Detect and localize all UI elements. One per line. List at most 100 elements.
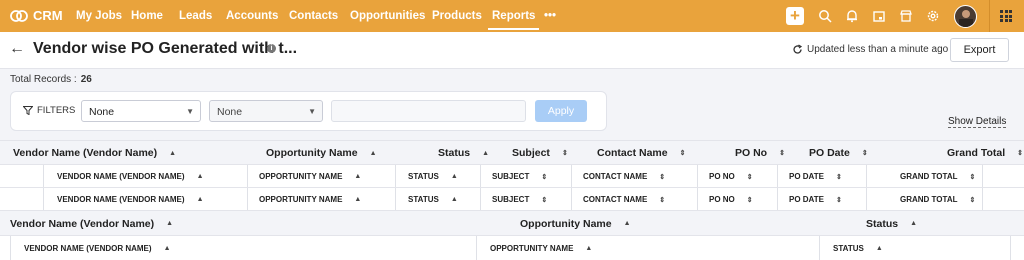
col-opportunity-name[interactable]: Opportunity Name ▲ <box>266 141 377 165</box>
updated-status: Updated less than a minute ago <box>792 44 948 55</box>
nav-accounts[interactable]: Accounts <box>226 0 278 32</box>
subcol-po-date[interactable]: PO DATE ⇕ <box>789 188 842 211</box>
subcol-vendor-name[interactable]: VENDOR NAME (VENDOR NAME) ▲ <box>57 188 204 211</box>
subcol-po-no[interactable]: PO NO ⇕ <box>709 188 753 211</box>
total-records: Total Records :26 <box>10 74 92 85</box>
subcol-po-no[interactable]: PO NO ⇕ <box>709 165 753 188</box>
calendar-icon[interactable] <box>872 9 886 23</box>
nav-reports[interactable]: Reports <box>488 0 540 32</box>
filter-field-select[interactable]: None ▼ <box>81 100 201 122</box>
sort-icon: ⇕ <box>779 150 785 157</box>
filter-operator-select[interactable]: None ▼ <box>209 100 323 122</box>
filter-value-input[interactable] <box>331 100 526 122</box>
col-po-no[interactable]: PO No ⇕ <box>735 141 785 165</box>
apply-button[interactable]: Apply <box>535 100 587 122</box>
nav-opportunities[interactable]: Opportunities <box>350 0 425 32</box>
apps-grid-icon[interactable] <box>1000 10 1012 22</box>
sort-asc-icon: ▲ <box>450 173 458 180</box>
sort-asc-icon: ▲ <box>910 220 918 227</box>
refresh-icon[interactable] <box>792 44 803 55</box>
sort-icon: ⇕ <box>746 173 753 181</box>
search-icon[interactable] <box>818 9 832 23</box>
sort-asc-icon: ▲ <box>482 149 490 157</box>
col-status[interactable]: Status ▲ <box>866 211 917 236</box>
sort-icon: ⇕ <box>541 196 548 204</box>
sort-icon: ⇕ <box>1017 150 1024 157</box>
subcol-grand-total[interactable]: GRAND TOTAL ⇕ <box>900 165 975 188</box>
sort-icon: ⇕ <box>659 173 666 181</box>
filters-label: FILTERS <box>37 105 76 116</box>
col-grand-total[interactable]: Grand Total ⇕ <box>947 141 1023 165</box>
settings-icon[interactable] <box>926 9 940 23</box>
subcol-subject[interactable]: SUBJECT ⇕ <box>492 188 547 211</box>
store-icon[interactable] <box>899 9 913 23</box>
back-arrow-icon[interactable]: ← <box>9 40 25 58</box>
subcol-contact-name[interactable]: CONTACT NAME ⇕ <box>583 165 665 188</box>
subcol-status[interactable]: STATUS ▲ <box>408 188 458 211</box>
sort-asc-icon: ▲ <box>166 220 174 227</box>
info-icon[interactable]: i <box>267 44 276 53</box>
col-subject[interactable]: Subject ⇕ <box>512 141 568 165</box>
table-subheader-row: VENDOR NAME (VENDOR NAME) ▲ OPPORTUNITY N… <box>0 164 1024 188</box>
sort-icon: ⇕ <box>969 196 976 204</box>
col-status[interactable]: Status ▲ <box>438 141 489 165</box>
subcol-opportunity-name[interactable]: OPPORTUNITY NAME ▲ <box>259 165 361 188</box>
sort-asc-icon: ▲ <box>623 220 631 227</box>
report-header: ← Vendor wise PO Generated with t... i U… <box>0 32 1024 69</box>
sort-icon: ⇕ <box>969 173 976 181</box>
subcol-grand-total[interactable]: GRAND TOTAL ⇕ <box>900 188 975 211</box>
col-opportunity-name[interactable]: Opportunity Name ▲ <box>520 211 631 236</box>
filter-icon <box>23 106 33 115</box>
subcol-status[interactable]: STATUS ▲ <box>833 236 883 260</box>
crm-logo-icon <box>10 9 28 22</box>
crm-logo[interactable]: CRM <box>10 8 63 23</box>
nav-leads[interactable]: Leads <box>179 0 212 32</box>
bell-icon[interactable] <box>845 9 859 23</box>
table-subheader-row: VENDOR NAME (VENDOR NAME) ▲ OPPORTUNITY N… <box>0 187 1024 211</box>
show-details-link[interactable]: Show Details <box>948 116 1007 128</box>
sort-asc-icon: ▲ <box>354 173 362 180</box>
subcol-opportunity-name[interactable]: OPPORTUNITY NAME ▲ <box>259 188 361 211</box>
sort-asc-icon: ▲ <box>875 244 883 252</box>
total-records-label: Total Records : <box>10 74 77 85</box>
sort-asc-icon: ▲ <box>369 149 377 157</box>
sort-asc-icon: ▲ <box>169 149 177 157</box>
avatar[interactable] <box>954 5 977 28</box>
topbar-divider <box>989 0 990 32</box>
sort-icon: ⇕ <box>561 150 568 157</box>
plus-icon[interactable]: + <box>786 7 804 25</box>
subcol-vendor-name[interactable]: VENDOR NAME (VENDOR NAME) ▲ <box>57 165 204 188</box>
sort-asc-icon: ▲ <box>196 196 204 203</box>
chevron-down-icon: ▼ <box>308 107 316 116</box>
page-title: Vendor wise PO Generated with t... <box>33 40 298 57</box>
col-vendor-name[interactable]: Vendor Name (Vendor Name) ▲ <box>10 211 173 236</box>
nav-products[interactable]: Products <box>432 0 482 32</box>
chevron-down-icon: ▼ <box>186 107 194 116</box>
filters-toggle[interactable]: FILTERS <box>23 105 75 116</box>
sort-asc-icon: ▲ <box>196 173 204 180</box>
subcol-vendor-name[interactable]: VENDOR NAME (VENDOR NAME) ▲ <box>24 236 171 260</box>
table-group-header: Vendor Name (Vendor Name) ▲ Opportunity N… <box>0 140 1024 165</box>
nav-more-button[interactable]: ••• <box>544 0 556 32</box>
subcol-subject[interactable]: SUBJECT ⇕ <box>492 165 547 188</box>
col-contact-name[interactable]: Contact Name ⇕ <box>597 141 685 165</box>
sort-icon: ⇕ <box>835 196 842 204</box>
sort-asc-icon: ▲ <box>585 244 593 252</box>
subcol-status[interactable]: STATUS ▲ <box>408 165 458 188</box>
subcol-po-date[interactable]: PO DATE ⇕ <box>789 165 842 188</box>
nav-my-jobs[interactable]: My Jobs <box>76 0 122 32</box>
col-po-date[interactable]: PO Date ⇕ <box>809 141 868 165</box>
subcol-opportunity-name[interactable]: OPPORTUNITY NAME ▲ <box>490 236 592 260</box>
table-subheader-row-2: VENDOR NAME (VENDOR NAME) ▲ OPPORTUNITY N… <box>0 235 1024 260</box>
col-vendor-name[interactable]: Vendor Name (Vendor Name) ▲ <box>13 141 176 165</box>
sort-icon: ⇕ <box>679 150 686 157</box>
updated-text: Updated less than a minute ago <box>807 44 949 55</box>
sort-icon: ⇕ <box>861 150 868 157</box>
sort-icon: ⇕ <box>746 196 753 204</box>
sort-icon: ⇕ <box>659 196 666 204</box>
nav-home[interactable]: Home <box>131 0 163 32</box>
total-records-count: 26 <box>80 74 92 85</box>
export-button[interactable]: Export <box>950 38 1009 62</box>
nav-contacts[interactable]: Contacts <box>289 0 338 32</box>
subcol-contact-name[interactable]: CONTACT NAME ⇕ <box>583 188 665 211</box>
